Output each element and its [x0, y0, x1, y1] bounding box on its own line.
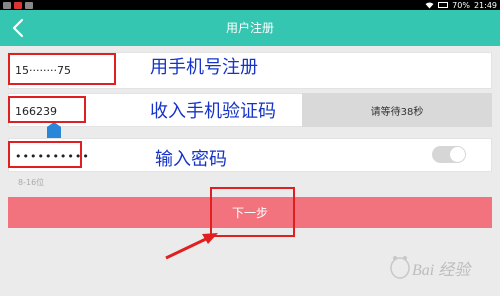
page-title: 用户注册 — [225, 21, 274, 35]
battery-level: 70% — [452, 0, 470, 10]
password-field[interactable]: •••••••••• — [8, 138, 492, 172]
notification-icon — [25, 1, 33, 9]
clock: 21:49 — [473, 0, 497, 10]
notification-icon — [3, 1, 11, 9]
next-step-button[interactable]: 下一步 — [8, 197, 492, 228]
toggle-knob — [450, 147, 465, 162]
text-cursor-handle-icon[interactable] — [47, 122, 61, 138]
password-visibility-toggle[interactable] — [432, 146, 466, 163]
status-bar: 70% 21:49 — [0, 0, 500, 10]
resend-code-button[interactable]: 请等待38秒 — [302, 93, 492, 127]
annotation-password: 输入密码 — [155, 149, 227, 170]
app-bar: 用户注册 — [0, 10, 500, 46]
password-hint: 8-16位 — [18, 178, 45, 187]
password-input-value[interactable]: •••••••••• — [15, 150, 90, 163]
notification-icons — [3, 0, 33, 10]
annotation-code: 收入手机验证码 — [150, 101, 276, 122]
wifi-icon — [425, 2, 434, 8]
notification-icon — [14, 1, 22, 9]
watermark-text: Bai 经验 — [412, 262, 471, 279]
phone-input-value[interactable]: 15········75 — [15, 64, 71, 77]
battery-icon — [438, 2, 449, 8]
annotation-phone: 用手机号注册 — [150, 57, 258, 78]
code-input-value[interactable]: 166239 — [15, 105, 57, 118]
